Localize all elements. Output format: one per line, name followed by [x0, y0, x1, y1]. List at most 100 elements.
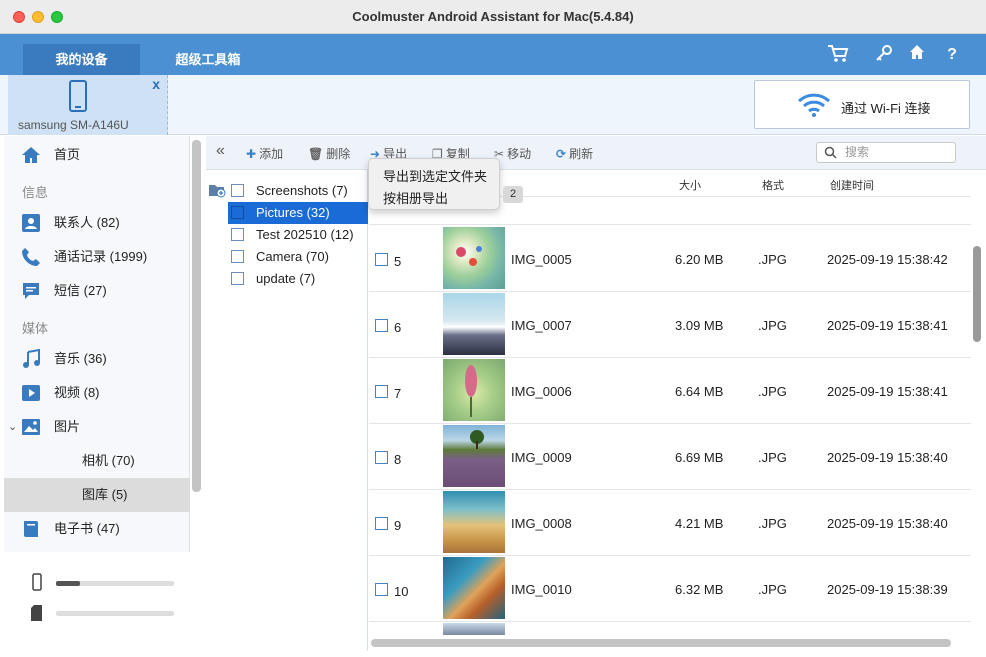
file-date: 2025-09-19 15:38:40 [827, 450, 948, 465]
file-name: IMG_0005 [511, 252, 572, 267]
music-icon [23, 349, 40, 368]
sidebar-item-contacts[interactable]: 联系人 (82) [4, 206, 190, 240]
checkbox[interactable] [375, 451, 388, 464]
image-icon [22, 419, 40, 435]
move-button[interactable]: ✂ 移动 [494, 145, 531, 162]
table-row[interactable]: 7 IMG_0006 6.64 MB .JPG 2025-09-19 15:38… [369, 358, 971, 424]
row-number: 8 [394, 452, 402, 467]
sidebar-item-home[interactable]: 首页 [4, 138, 190, 172]
sidebar-scrollbar[interactable] [192, 140, 201, 492]
tree-item-pictures[interactable]: Pictures (32) [228, 202, 368, 224]
table-row-partial [369, 622, 971, 635]
add-folder-icon[interactable] [208, 182, 226, 198]
photo-thumbnail[interactable] [443, 425, 505, 487]
row-number: 5 [394, 254, 402, 269]
tree-item-test[interactable]: Test 202510 (12) [228, 224, 368, 246]
sidebar: 首页 信息 联系人 (82) 通话记录 (1999) 短信 (27) 媒体 音乐… [4, 136, 190, 552]
refresh-button[interactable]: ⟳ 刷新 [556, 145, 593, 162]
count-badge: 2 [503, 186, 523, 203]
sidebar-item-music[interactable]: 音乐 (36) [4, 342, 190, 376]
add-label: 添加 [259, 147, 284, 161]
row-number: 6 [394, 320, 402, 335]
file-name: IMG_0010 [511, 582, 572, 597]
menu-item-export-to-folder[interactable]: 导出到选定文件夹 [383, 166, 487, 185]
file-date: 2025-09-19 15:38:41 [827, 384, 948, 399]
file-date: 2025-09-19 15:38:39 [827, 582, 948, 597]
checkbox[interactable] [231, 272, 244, 285]
checkbox[interactable] [231, 206, 244, 219]
toolbar: « ✚ 添加 🗑 删除 ➜ 导出 ❐ 复制 ✂ 移动 ⟳ 刷新 搜索 [206, 136, 986, 170]
sidebar-item-sms[interactable]: 短信 (27) [4, 274, 190, 308]
photo-thumbnail[interactable] [443, 557, 505, 619]
checkbox[interactable] [375, 517, 388, 530]
table-horizontal-scroll-thumb[interactable] [371, 639, 951, 647]
sidebar-item-ebooks[interactable]: 电子书 (47) [4, 512, 190, 546]
photo-thumbnail[interactable] [443, 227, 505, 289]
tab-super-toolkit[interactable]: 超级工具箱 [160, 44, 256, 75]
video-icon [22, 385, 40, 401]
sidebar-item-camera[interactable]: 相机 (70) [4, 444, 190, 478]
photo-thumbnail[interactable] [443, 491, 505, 553]
column-header-size[interactable]: 大小 [679, 177, 701, 193]
tree-item-label: update (7) [256, 271, 316, 286]
column-header-format[interactable]: 格式 [762, 177, 784, 193]
window-title: Coolmuster Android Assistant for Mac(5.4… [352, 9, 634, 24]
file-format: .JPG [758, 384, 787, 399]
refresh-icon: ⟳ [556, 147, 567, 161]
file-date: 2025-09-19 15:38:40 [827, 516, 948, 531]
checkbox[interactable] [231, 184, 244, 197]
sidebar-item-video[interactable]: 视频 (8) [4, 376, 190, 410]
book-icon [24, 521, 38, 537]
table-row[interactable]: 5 IMG_0005 6.20 MB .JPG 2025-09-19 15:38… [369, 226, 971, 292]
sidebar-item-photos[interactable]: ⌄ 图片 [4, 410, 190, 444]
checkbox[interactable] [375, 385, 388, 398]
home-icon[interactable] [905, 44, 929, 66]
disconnect-device-button[interactable]: x [152, 76, 160, 92]
delete-label: 删除 [326, 147, 351, 161]
wifi-connect-button[interactable]: 通过 Wi-Fi 连接 [754, 80, 970, 129]
file-date: 2025-09-19 15:38:41 [827, 318, 948, 333]
sd-storage-bar [56, 611, 174, 616]
sd-card-icon [31, 605, 42, 621]
checkbox[interactable] [375, 583, 388, 596]
menu-item-export-by-album[interactable]: 按相册导出 [383, 188, 448, 207]
checkbox[interactable] [231, 250, 244, 263]
checkbox[interactable] [375, 253, 388, 266]
photo-thumbnail[interactable] [443, 359, 505, 421]
wifi-connect-label: 通过 Wi-Fi 连接 [841, 101, 931, 116]
checkbox[interactable] [375, 319, 388, 332]
chevron-down-icon[interactable]: ⌄ [8, 410, 17, 444]
tree-item-camera[interactable]: Camera (70) [228, 246, 368, 268]
delete-button[interactable]: 🗑 删除 [308, 145, 350, 162]
sidebar-item-label: 短信 (27) [54, 283, 107, 298]
column-header-created[interactable]: 创建时间 [830, 177, 874, 193]
phone-storage-icon [32, 573, 42, 591]
table-row[interactable]: 6 IMG_0007 3.09 MB .JPG 2025-09-19 15:38… [369, 292, 971, 358]
key-icon[interactable] [872, 44, 896, 66]
collapse-sidebar-icon[interactable]: « [216, 142, 225, 160]
add-button[interactable]: ✚ 添加 [246, 145, 283, 162]
search-input[interactable]: 搜索 [816, 142, 956, 163]
checkbox[interactable] [231, 228, 244, 241]
sidebar-item-label: 首页 [54, 147, 81, 162]
table-vertical-scroll-thumb[interactable] [973, 246, 981, 342]
sidebar-item-gallery[interactable]: 图库 (5) [4, 478, 190, 512]
cart-icon[interactable] [826, 44, 850, 66]
table-vertical-scrollbar[interactable] [972, 170, 986, 635]
photo-thumbnail[interactable] [443, 293, 505, 355]
file-format: .JPG [758, 582, 787, 597]
tree-item-label: Test 202510 (12) [256, 227, 354, 242]
tab-my-device[interactable]: 我的设备 [23, 44, 140, 75]
table-row[interactable]: 10 IMG_0010 6.32 MB .JPG 2025-09-19 15:3… [369, 556, 971, 622]
tree-item-screenshots[interactable]: Screenshots (7) [228, 180, 368, 202]
table-row[interactable]: 9 IMG_0008 4.21 MB .JPG 2025-09-19 15:38… [369, 490, 971, 556]
tree-item-update[interactable]: update (7) [228, 268, 368, 290]
plus-icon: ✚ [246, 147, 257, 161]
storage-panel [4, 552, 202, 651]
table-row[interactable]: 8 IMG_0009 6.69 MB .JPG 2025-09-19 15:38… [369, 424, 971, 490]
help-icon[interactable]: ? [940, 44, 964, 66]
sidebar-item-calls[interactable]: 通话记录 (1999) [4, 240, 190, 274]
device-tab[interactable]: samsung SM-A146U x [8, 75, 168, 135]
section-media-label: 媒体 [22, 321, 49, 336]
file-size: 4.21 MB [675, 516, 724, 531]
